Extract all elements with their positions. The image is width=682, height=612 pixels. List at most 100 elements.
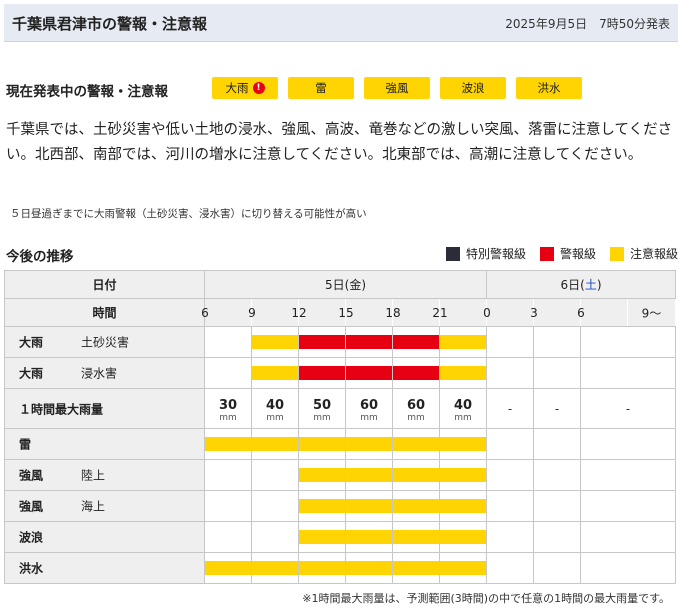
forecast-table: 日付 5日(金) 6日(土) 時間 6 9 12 15 18 21 0 3 6 9～ 大雨 土砂災害 大雨 浸水害… (4, 270, 676, 584)
warning-badge[interactable]: 雷 (288, 77, 354, 99)
date-header: 日付 (4, 270, 205, 299)
advisory-level-bar (440, 499, 486, 513)
time-label: 0 (483, 305, 491, 320)
forecast-cell (345, 428, 393, 460)
forecast-row: 強風 海上 (4, 490, 676, 522)
row-label-sub: 浸水害 (81, 366, 118, 381)
forecast-cell (345, 552, 393, 584)
day-1-header: 5日(金) (204, 270, 487, 299)
advisory-level-bar (346, 561, 392, 575)
forecast-cell: 60 mm (345, 388, 393, 429)
advisory-level-bar (393, 499, 439, 513)
exclamation-icon: ! (252, 82, 265, 94)
page-title: 千葉県君津市の警報・注意報 (12, 15, 208, 33)
forecast-cell (533, 490, 581, 522)
legend-swatch (445, 246, 460, 261)
forecast-cell: - (533, 388, 581, 429)
forecast-cell (439, 490, 487, 522)
forecast-cell (486, 521, 534, 553)
warning-badge-label: 波浪 (461, 81, 485, 95)
forecast-row: 大雨 浸水害 (4, 357, 676, 389)
forecast-cell (580, 357, 676, 389)
legend-item: 注意報級 (609, 245, 678, 262)
time-slot: 3 (530, 298, 581, 327)
forecast-cell (486, 459, 534, 491)
forecast-cell (298, 326, 346, 358)
forecast-cell (298, 521, 346, 553)
date-header-row: 日付 5日(金) 6日(土) (4, 270, 676, 299)
forecast-cell (580, 428, 676, 460)
forecast-cell: 60 mm (392, 388, 440, 429)
time-slot: 9～ (627, 298, 676, 327)
forecast-cell (439, 428, 487, 460)
forecast-cell (533, 552, 581, 584)
time-label: 9 (248, 305, 256, 320)
forecast-cell (251, 428, 299, 460)
rain-none: - (554, 401, 560, 416)
advisory-level-bar (299, 499, 345, 513)
forecast-cell (580, 521, 676, 553)
forecast-cell: - (580, 388, 676, 429)
forecast-cell (345, 459, 393, 491)
warning-badge[interactable]: 強風 (364, 77, 430, 99)
forecast-cell (439, 521, 487, 553)
warning-badge-label: 強風 (385, 81, 409, 95)
row-label: 洪水 (4, 552, 205, 584)
forecast-cell (345, 521, 393, 553)
row-label: 大雨 浸水害 (4, 357, 205, 389)
warning-level-bar (299, 335, 345, 349)
advisory-level-bar (252, 335, 298, 349)
row-label-sub: 陸上 (81, 468, 106, 483)
rain-unit: mm (407, 413, 425, 423)
advisory-level-bar (393, 561, 439, 575)
legend-swatch (539, 246, 554, 261)
advisory-level-bar (440, 468, 486, 482)
rain-amount: 60 (406, 398, 426, 413)
day-2-weekday: 土 (584, 278, 597, 292)
row-label: １時間最大雨量 (4, 388, 205, 429)
warning-badge-label: 大雨 (225, 81, 249, 95)
warning-badge[interactable]: 波浪 (440, 77, 506, 99)
forecast-cell (580, 552, 676, 584)
forecast-cell (580, 490, 676, 522)
rain-unit: mm (219, 413, 237, 423)
forecast-row: １時間最大雨量 30 mm 40 mm 50 mm 60 mm 60 mm 40 mm - - - (4, 388, 676, 429)
forecast-cell (298, 357, 346, 389)
footnote: ※1時間最大雨量は、予測範囲(3時間)の中で任意の1時間の最大雨量です。 (302, 592, 670, 605)
advisory-level-bar (440, 366, 486, 380)
forecast-row: 強風 陸上 (4, 459, 676, 491)
row-label-main: １時間最大雨量 (19, 402, 104, 416)
day-2-prefix: 6日( (560, 278, 585, 292)
row-label-main: 雷 (19, 437, 32, 452)
warning-badge[interactable]: 洪水 (516, 77, 582, 99)
advisory-level-bar (440, 335, 486, 349)
forecast-cell (392, 326, 440, 358)
warning-level-bar (393, 335, 439, 349)
time-label: 15 (338, 305, 354, 320)
advisory-level-bar (346, 530, 392, 544)
rain-unit: mm (454, 413, 472, 423)
warning-badge[interactable]: 大雨! (212, 77, 278, 99)
time-label: 6 (201, 305, 209, 320)
time-label: 3 (530, 305, 538, 320)
time-header-row: 時間 6 9 12 15 18 21 0 3 6 9～ (4, 298, 676, 327)
advisory-level-bar (440, 561, 486, 575)
forecast-row: 洪水 (4, 552, 676, 584)
forecast-cell (204, 521, 252, 553)
row-label: 雷 (4, 428, 205, 460)
forecast-cell (392, 357, 440, 389)
forecast-cell (533, 459, 581, 491)
advisory-level-bar (252, 366, 298, 380)
advisory-level-bar (252, 437, 298, 451)
advisory-level-bar (299, 530, 345, 544)
forecast-cell (486, 428, 534, 460)
forecast-cell (204, 552, 252, 584)
level-legend: 特別警報級 警報級 注意報級 (445, 245, 678, 262)
forecast-cell (345, 326, 393, 358)
forecast-cell (251, 326, 299, 358)
time-slot: 0 (483, 298, 534, 327)
time-label: 21 (432, 305, 448, 320)
forecast-cell (298, 428, 346, 460)
rain-unit: mm (313, 413, 331, 423)
forecast-cell (533, 428, 581, 460)
